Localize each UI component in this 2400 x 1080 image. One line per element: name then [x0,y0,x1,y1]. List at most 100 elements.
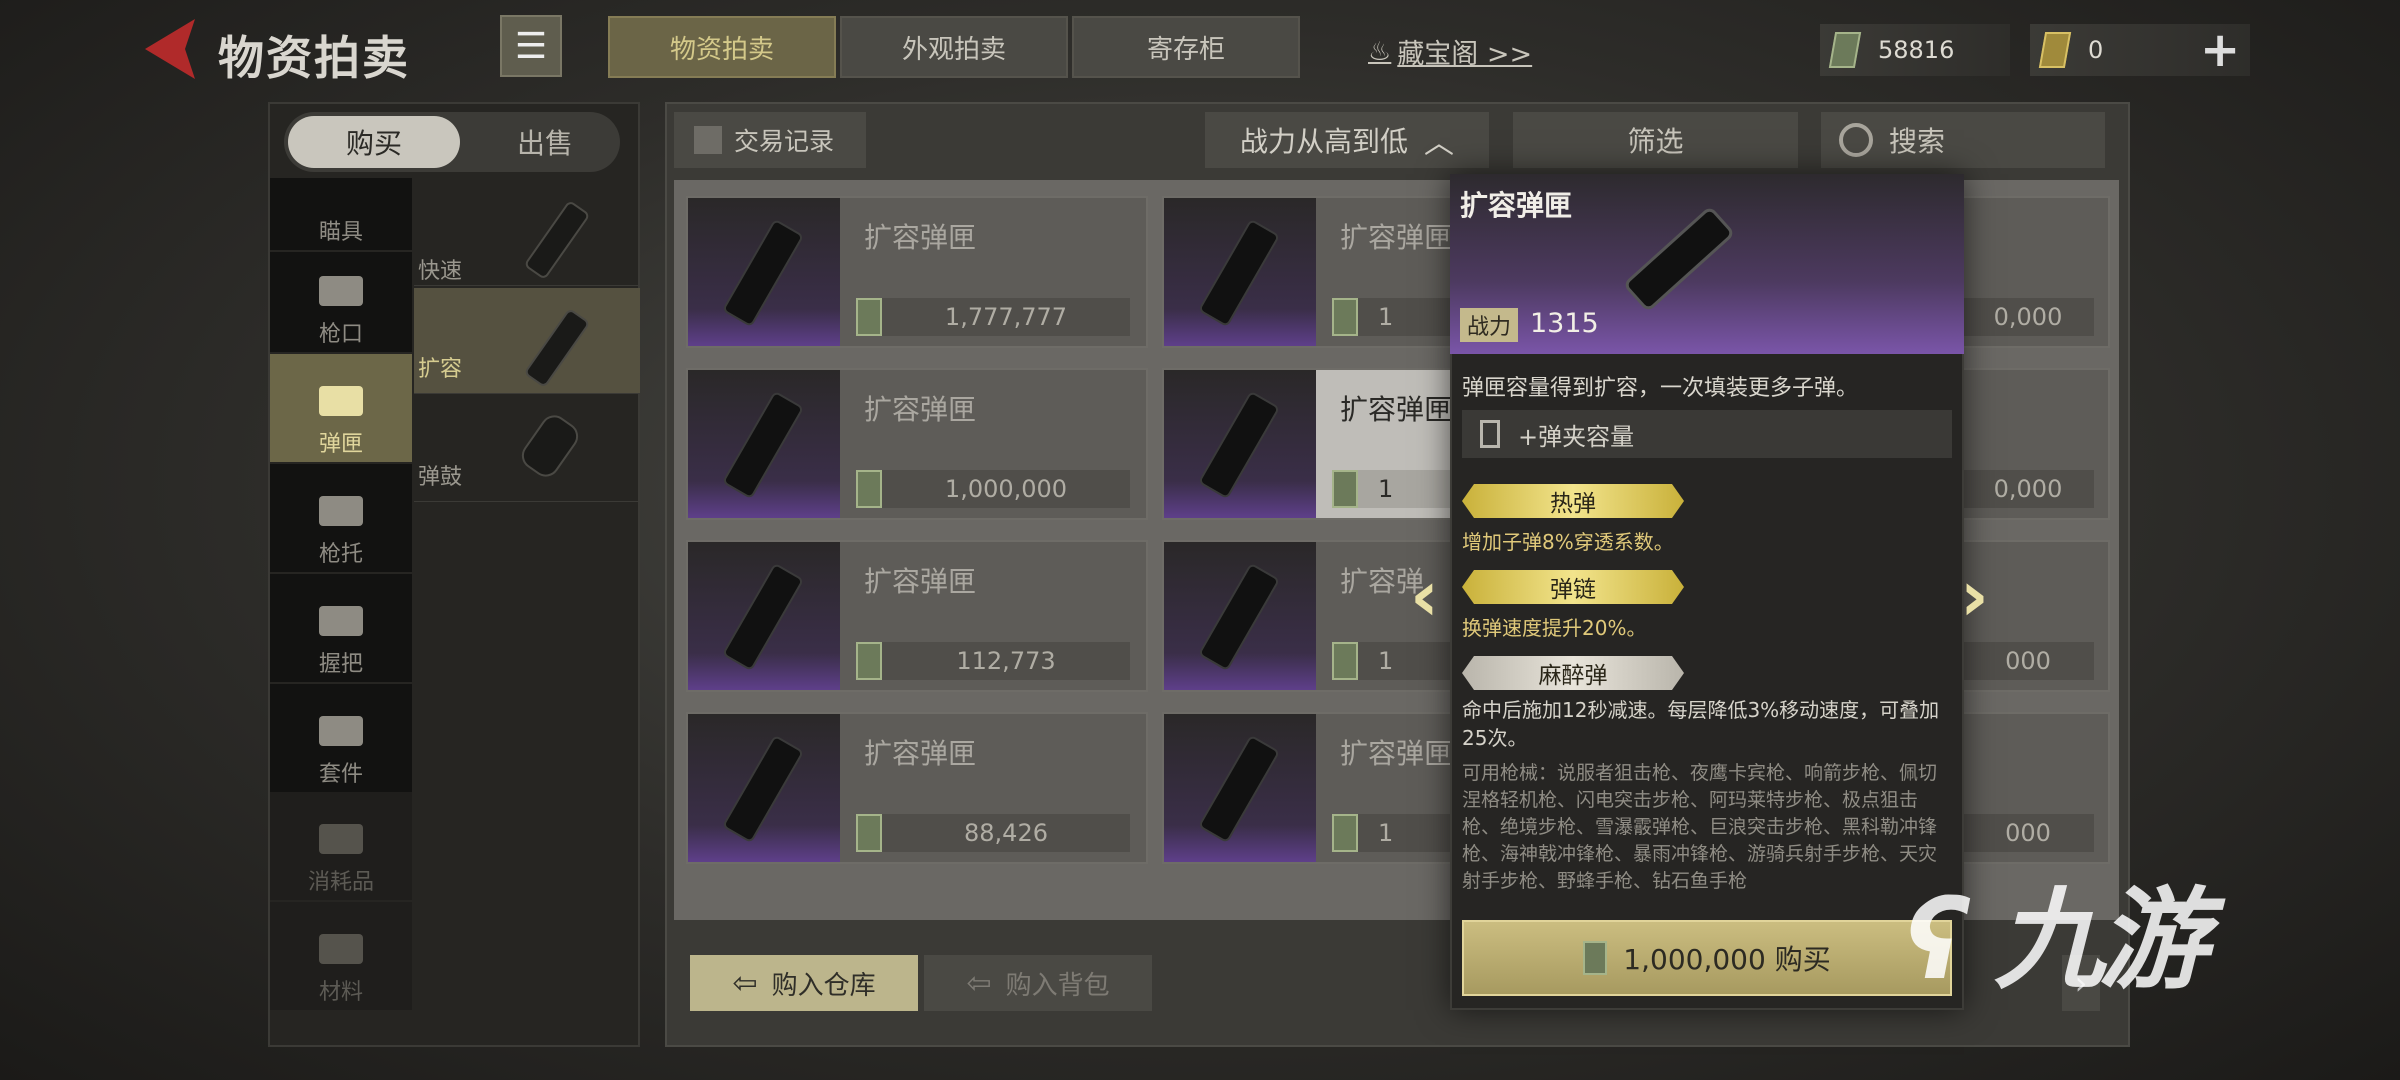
price-bar: 0,000 [1962,470,2094,508]
item-price: 1,000,000 [944,475,1068,503]
magazine-image [688,714,840,862]
buy-tab[interactable]: 购买 [288,116,460,168]
next-item-arrow-icon[interactable]: › [1960,555,1989,637]
listing-card[interactable]: 扩容弹匣 1,777,777 [686,196,1148,348]
chevron-up-icon: ︿ [1424,126,1454,161]
cash-icon [1332,470,1358,508]
buy-to-backpack-button[interactable]: ⇦ 购入背包 [924,955,1152,1011]
cash-icon [1332,298,1358,336]
capacity-label: +弹夹容量 [1518,422,1635,451]
buy-warehouse-label: 购入仓库 [771,970,876,1001]
tab-storage[interactable]: 寄存柜 [1072,16,1300,78]
item-price: 0,000 [1993,475,2063,503]
item-name: 扩容弹匣 [864,393,977,426]
consumables-icon [319,824,363,854]
subcategory-label: 弹鼓 [418,465,463,490]
magazine-thumbnail [523,199,591,281]
perk-description: 换弹速度提升20%。 [1462,616,1647,640]
cash-icon [856,642,882,680]
subcategory-extended[interactable]: 扩容 [414,288,640,394]
prev-item-arrow-icon[interactable]: ‹ [1410,555,1439,637]
item-name: 扩容弹匣 [1340,393,1453,426]
cash-icon [1828,32,1862,68]
search-label: 搜索 [1889,125,1946,158]
item-price: 112,773 [956,647,1056,675]
item-price: 88,426 [964,819,1048,847]
buy-price-button[interactable]: 1,000,000 购买 [1462,920,1952,996]
listing-card[interactable]: 扩容弹匣 1,000,000 [686,368,1148,520]
category-magazine[interactable]: 弹匣 [270,354,412,462]
power-value: 1315 [1530,308,1599,339]
category-label: 材料 [318,980,363,1005]
stock-icon [319,496,363,526]
magazine-image [688,542,840,690]
subcategory-label: 扩容 [418,357,463,382]
item-price: 0,000 [1993,303,2063,331]
menu-button[interactable]: ☰ [500,15,562,77]
category-label: 弹匣 [318,432,363,457]
cash-icon [1583,941,1608,975]
sort-dropdown[interactable]: 战力从高到低 ︿ [1205,112,1489,168]
item-price: 1,777,777 [944,303,1068,331]
warehouse-icon: ⇦ [732,965,758,1001]
perk-badge: 弹链 [1462,570,1684,604]
category-label: 握把 [318,652,363,677]
kit-icon [319,716,363,746]
cash-amount: 58816 [1878,36,1955,64]
item-price: 000 [2005,819,2051,847]
buy-bag-label: 购入背包 [1005,970,1110,1001]
gold-amount: 0 [2088,36,2104,64]
listing-card[interactable]: 扩容弹匣 112,773 [686,540,1148,692]
drum-magazine-thumbnail [516,409,584,483]
tab-appearance-auction[interactable]: 外观拍卖 [840,16,1068,78]
filter-button[interactable]: 筛选 [1513,112,1798,168]
item-name: 扩容弹匣 [1340,737,1453,770]
muzzle-icon [319,276,363,306]
category-kit[interactable]: 套件 [270,684,412,792]
page-title: 物资拍卖 [218,31,410,85]
treasure-link-label: 藏宝阁 >> [1397,39,1533,70]
price-bar: 1,777,777 [856,298,1130,336]
item-detail-name: 扩容弹匣 [1460,189,1573,222]
perk-badge: 麻醉弹 [1462,656,1684,690]
category-stock[interactable]: 枪托 [270,464,412,572]
price-bar: 0,000 [1962,298,2094,336]
search-button[interactable]: 搜索 [1821,112,2105,168]
cash-icon [1332,814,1358,852]
item-name: 扩容弹匣 [864,737,977,770]
trade-record-button[interactable]: 交易记录 [674,112,866,168]
cash-icon [856,470,882,508]
sell-tab[interactable]: 出售 [470,116,620,168]
subcategory-drum[interactable]: 弹鼓 [414,396,640,502]
item-price: 000 [2005,647,2051,675]
perk-description: 增加子弹8%穿透系数。 [1462,530,1674,554]
price-bar: 000 [1962,814,2094,852]
magazine-image [688,198,840,346]
category-grip[interactable]: 握把 [270,574,412,682]
grip-icon [319,606,363,636]
listing-card[interactable]: 扩容弹匣 88,426 [686,712,1148,864]
item-name: 扩容弹匣 [864,221,977,254]
perk-badge: 热弹 [1462,484,1684,518]
category-label: 消耗品 [307,870,374,895]
tab-material-auction[interactable]: 物资拍卖 [608,16,836,78]
magazine-image [688,370,840,518]
category-scope[interactable]: 瞄具 [270,178,412,250]
sort-label: 战力从高到低 [1239,125,1408,158]
trade-record-label: 交易记录 [734,127,835,156]
magazine-image [1164,198,1316,346]
price-bar: 1,000,000 [856,470,1130,508]
subcategory-quick[interactable]: 快速 [414,180,640,286]
flame-icon: ♨ [1368,36,1392,67]
category-label: 瞄具 [318,220,363,245]
item-name: 扩容弹匣 [864,565,977,598]
treasure-pavilion-link[interactable]: ♨ 藏宝阁 >> [1368,32,1532,71]
search-icon [1839,123,1873,157]
buy-to-warehouse-button[interactable]: ⇦ 购入仓库 [690,955,918,1011]
add-currency-button[interactable]: + [2200,22,2240,78]
price-bar: 88,426 [856,814,1130,852]
back-arrow-icon[interactable] [140,14,200,84]
category-muzzle[interactable]: 枪口 [270,252,412,352]
category-consumables[interactable]: 消耗品 [270,792,412,900]
category-materials[interactable]: 材料 [270,902,412,1010]
